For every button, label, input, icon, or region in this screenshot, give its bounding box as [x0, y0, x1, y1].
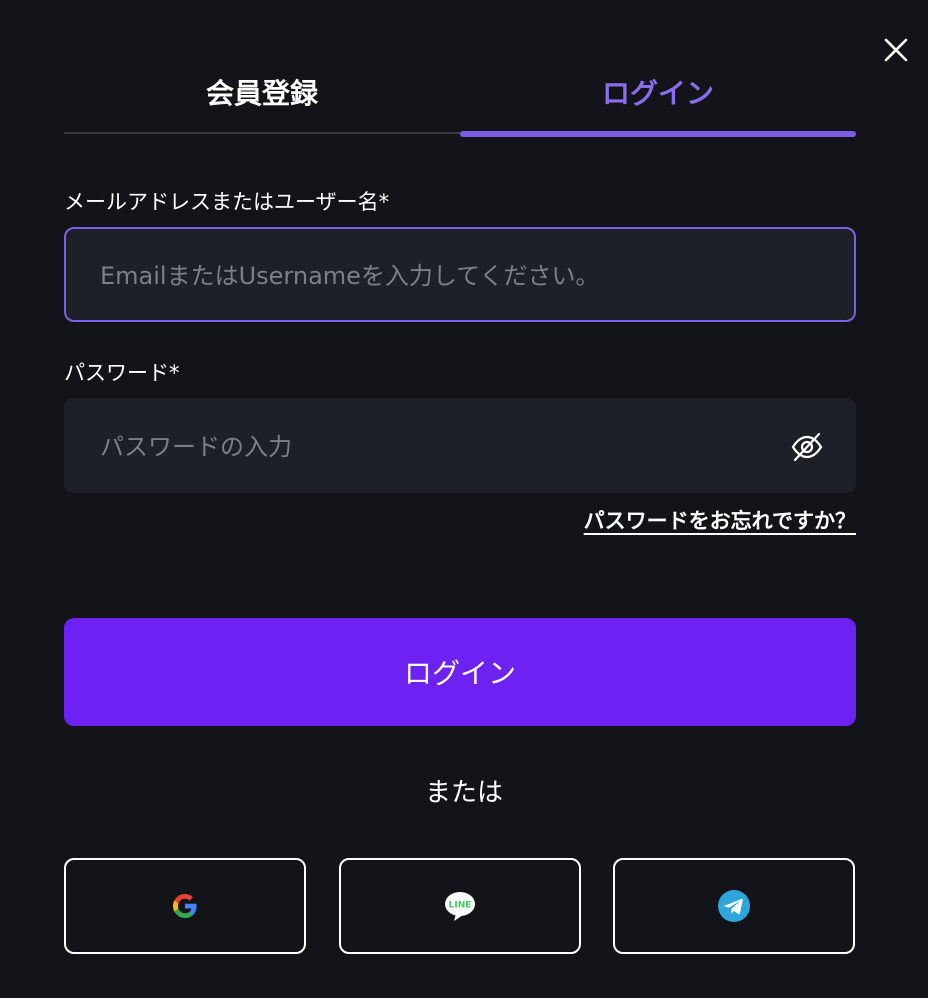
tab-active-indicator — [460, 131, 856, 137]
tab-signup[interactable]: 会員登録 — [64, 60, 460, 124]
or-divider: または — [424, 778, 503, 808]
password-label: パスワード* — [64, 361, 180, 385]
line-icon: LINE — [445, 892, 475, 921]
telegram-login-button[interactable] — [613, 858, 855, 954]
auth-tabs: 会員登録 ログイン — [64, 60, 856, 138]
telegram-icon — [718, 890, 750, 922]
close-icon — [884, 38, 908, 62]
email-input[interactable] — [98, 229, 762, 322]
tab-underline — [64, 132, 460, 134]
toggle-password-visibility[interactable] — [790, 430, 824, 464]
google-login-button[interactable] — [64, 858, 306, 954]
email-field-container — [64, 227, 856, 322]
close-button[interactable] — [880, 34, 912, 66]
forgot-password-link[interactable]: パスワードをお忘れですか？ — [546, 505, 856, 535]
tab-login[interactable]: ログイン — [460, 60, 856, 124]
password-input[interactable] — [98, 400, 762, 493]
line-logo-text: LINE — [449, 901, 472, 911]
password-field-container — [64, 398, 856, 493]
eye-off-icon — [791, 432, 823, 462]
google-icon — [173, 894, 197, 918]
line-login-button[interactable]: LINE — [339, 858, 581, 954]
email-label: メールアドレスまたはユーザー名* — [64, 190, 390, 214]
login-button[interactable]: ログイン — [64, 618, 856, 726]
